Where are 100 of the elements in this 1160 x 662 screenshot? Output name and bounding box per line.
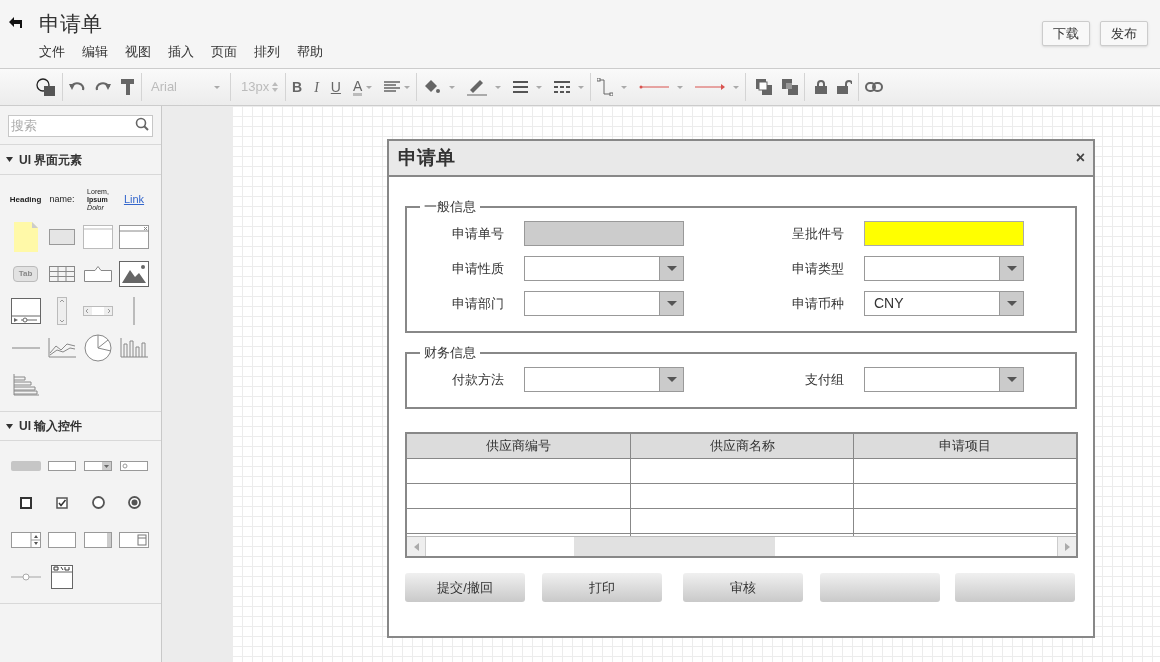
- heading-sample[interactable]: Heading: [9, 193, 42, 206]
- text-align-icon[interactable]: [384, 81, 401, 93]
- link-icon[interactable]: [865, 82, 884, 92]
- radio-button-icon[interactable]: [91, 496, 105, 509]
- slider-icon[interactable]: [10, 572, 41, 581]
- section-header[interactable]: UI 输入控件: [0, 411, 161, 441]
- section-header[interactable]: UI 界面元素: [0, 145, 161, 175]
- rich-text-editor-icon[interactable]: [51, 564, 73, 589]
- action-button[interactable]: 打印: [542, 573, 662, 602]
- paint-bucket-icon[interactable]: [423, 79, 442, 95]
- selected-radio-button-icon[interactable]: [127, 496, 141, 509]
- scroll-thumb[interactable]: [574, 537, 775, 556]
- dropdown[interactable]: [524, 256, 684, 281]
- vertical-line-icon[interactable]: [133, 296, 135, 325]
- dashed-line-icon[interactable]: [554, 81, 571, 93]
- pen-icon[interactable]: [467, 78, 488, 96]
- horizontal-scrollbar-icon[interactable]: [83, 305, 113, 316]
- line-chart-icon[interactable]: [48, 337, 76, 358]
- group-title: 财务信息: [423, 347, 477, 359]
- dropdown[interactable]: [524, 367, 684, 392]
- arrow-start-icon[interactable]: [639, 84, 670, 90]
- rectangle-icon[interactable]: [49, 228, 75, 245]
- number-stepper-icon[interactable]: [10, 531, 41, 548]
- checked-checkbox-icon[interactable]: [56, 496, 68, 509]
- scroll-left-icon[interactable]: [413, 542, 419, 551]
- browser-window-icon[interactable]: [83, 224, 113, 249]
- send-to-back-icon[interactable]: [782, 79, 799, 95]
- dropdown-arrow-icon: [1006, 266, 1017, 271]
- menu-item[interactable]: 排列: [254, 43, 280, 61]
- close-button[interactable]: ×: [1075, 146, 1085, 170]
- connector-icon[interactable]: [597, 78, 614, 96]
- caret-icon: [536, 85, 543, 89]
- group-title: 一般信息: [423, 201, 477, 213]
- horizontal-bar-chart-icon[interactable]: [12, 373, 39, 396]
- dialog-title: 申请单: [398, 145, 455, 170]
- caret-icon: [366, 85, 373, 89]
- download-button[interactable]: 下载: [1042, 21, 1090, 46]
- field-label: 申请单号: [451, 224, 504, 243]
- label-sample[interactable]: name:: [49, 192, 75, 207]
- search-field-icon[interactable]: [120, 460, 148, 471]
- dropdown[interactable]: [524, 291, 684, 316]
- caret-icon: [578, 85, 585, 89]
- scroll-right-icon[interactable]: [1064, 542, 1070, 551]
- text-box-icon[interactable]: [48, 531, 76, 548]
- dropdown-icon[interactable]: [84, 460, 112, 471]
- action-button[interactable]: 提交/撤回: [405, 573, 525, 602]
- undo-icon[interactable]: [69, 81, 85, 93]
- column-header[interactable]: 供应商编号: [407, 434, 630, 458]
- lock-icon[interactable]: [815, 80, 828, 94]
- action-button[interactable]: 审核: [683, 573, 803, 602]
- menu-item[interactable]: 页面: [211, 43, 237, 61]
- callout-icon[interactable]: [84, 265, 112, 282]
- field-label: 申请部门: [451, 294, 504, 313]
- search-icon[interactable]: [135, 117, 149, 131]
- menu-item[interactable]: 插入: [168, 43, 194, 61]
- pie-chart-icon[interactable]: [84, 333, 112, 362]
- menu-item[interactable]: 视图: [125, 43, 151, 61]
- dropdown[interactable]: [864, 256, 1024, 281]
- button-shape-icon[interactable]: [10, 460, 41, 471]
- back-icon[interactable]: [8, 16, 24, 30]
- bar-chart-icon[interactable]: [120, 337, 148, 358]
- search-field[interactable]: 搜索: [8, 114, 153, 137]
- dropdown[interactable]: [864, 367, 1024, 392]
- publish-button[interactable]: 发布: [1100, 21, 1148, 46]
- dropdown-arrow-icon: [666, 301, 677, 306]
- dropdown-arrow-icon: [666, 377, 677, 382]
- shape-style-icon[interactable]: [36, 78, 56, 96]
- required-field[interactable]: [864, 221, 1024, 246]
- video-player-icon[interactable]: [10, 297, 41, 324]
- field-label: 支付组: [804, 370, 844, 389]
- bring-to-front-icon[interactable]: [756, 79, 773, 95]
- spinner-arrows-icon: [272, 82, 279, 92]
- column-header[interactable]: 申请项目: [853, 434, 1076, 458]
- menu-item[interactable]: 编辑: [82, 43, 108, 61]
- caret-icon: [733, 85, 740, 89]
- menu-item[interactable]: 文件: [39, 43, 65, 61]
- caret-icon: [404, 85, 411, 89]
- field-label: 申请性质: [451, 259, 504, 278]
- menu-item[interactable]: 帮助: [297, 43, 323, 61]
- caret-icon: [495, 85, 502, 89]
- caret-icon: [214, 85, 220, 89]
- column-header[interactable]: 供应商名称: [630, 434, 853, 458]
- vertical-scrollbar-icon[interactable]: [57, 296, 67, 325]
- horizontal-line-icon[interactable]: [11, 346, 40, 349]
- dropdown[interactable]: CNY: [864, 291, 1024, 316]
- line-width-icon[interactable]: [513, 81, 529, 93]
- unlock-icon[interactable]: [837, 80, 853, 94]
- arrow-end-icon[interactable]: [695, 84, 726, 90]
- text-field-icon[interactable]: [48, 460, 76, 471]
- expanded-caret-icon: [6, 422, 13, 430]
- caret-icon: [449, 85, 456, 89]
- image-icon[interactable]: [119, 260, 149, 287]
- checkbox-icon[interactable]: [19, 496, 32, 509]
- dialog-window-icon[interactable]: [119, 224, 149, 249]
- link-sample[interactable]: Link: [123, 191, 145, 208]
- table-icon[interactable]: [49, 265, 75, 282]
- progress-field-icon[interactable]: [84, 531, 112, 548]
- date-picker-icon[interactable]: [119, 531, 149, 548]
- horizontal-scrollbar[interactable]: [407, 536, 1076, 556]
- redo-icon[interactable]: [95, 81, 111, 93]
